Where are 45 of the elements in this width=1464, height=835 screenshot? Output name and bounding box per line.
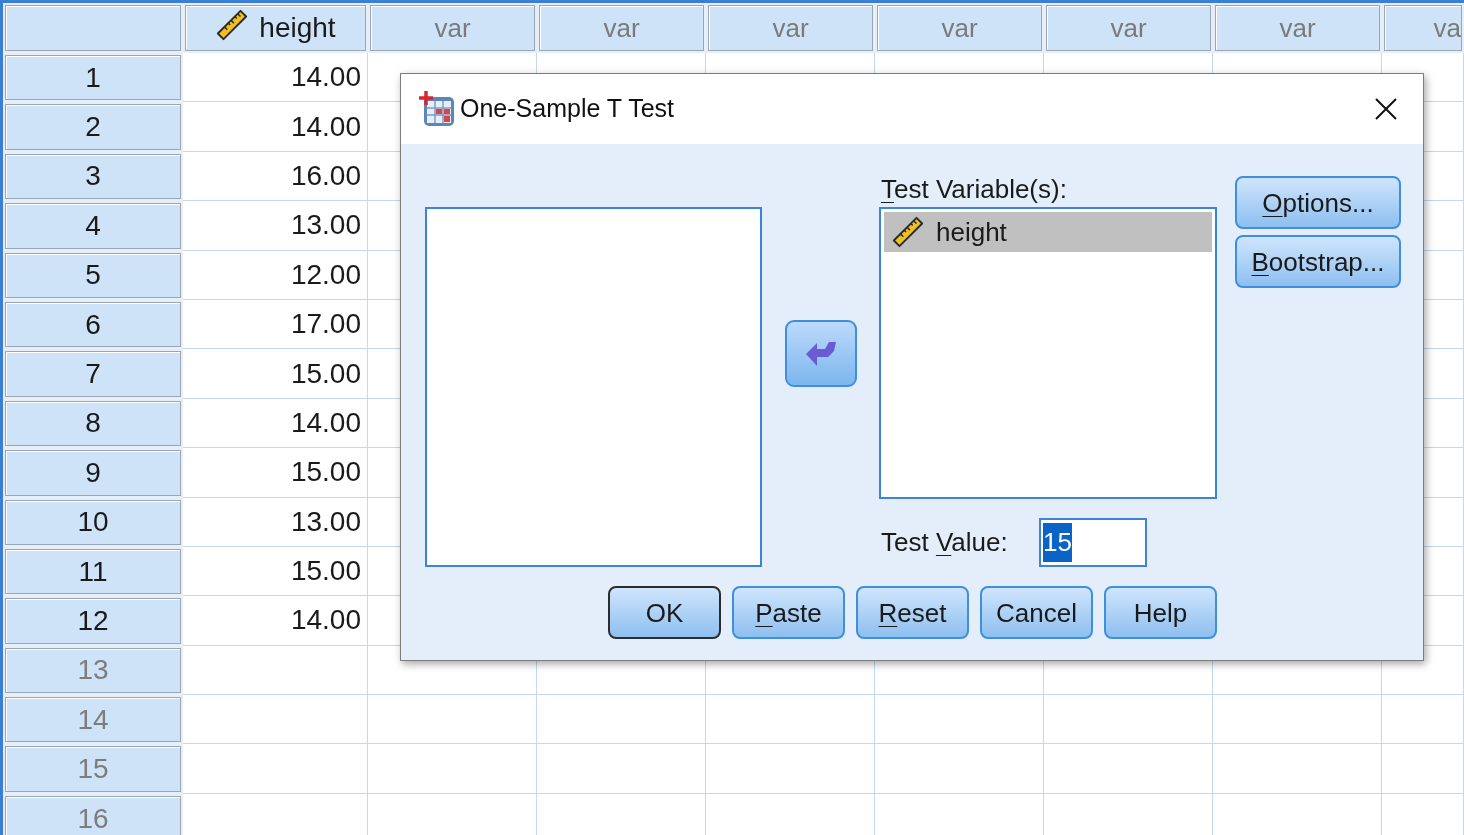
- row-header[interactable]: 6: [5, 301, 181, 348]
- ruler-icon: [891, 215, 925, 249]
- table-cell: 16.00: [183, 151, 368, 202]
- row-header[interactable]: 10: [5, 499, 181, 545]
- list-item[interactable]: height: [884, 212, 1212, 252]
- dialog-button[interactable]: Bootstrap...: [1235, 235, 1401, 288]
- test-variables-label: Test Variable(s):: [880, 176, 1067, 206]
- table-cell: 14.00: [183, 398, 368, 449]
- row-header[interactable]: 2: [5, 104, 181, 150]
- row-header[interactable]: 9: [5, 450, 181, 496]
- column-header[interactable]: height: [185, 5, 366, 51]
- dialog-button[interactable]: Help: [1104, 586, 1217, 639]
- dialog-button[interactable]: Paste: [732, 586, 845, 639]
- dialog-button[interactable]: Reset: [856, 586, 969, 639]
- test-value-field[interactable]: 15: [1039, 518, 1147, 567]
- table-cell: 12.00: [183, 250, 368, 300]
- row-header[interactable]: 8: [5, 400, 181, 447]
- test-variables-list[interactable]: height: [879, 207, 1217, 499]
- table-cell: 17.00: [183, 299, 368, 350]
- row-header[interactable]: 3: [5, 153, 181, 200]
- row-header[interactable]: 5: [5, 252, 181, 298]
- row-header[interactable]: 1: [5, 55, 181, 101]
- row-header[interactable]: 7: [5, 351, 181, 397]
- table-cell: 15.00: [183, 546, 368, 597]
- test-value-label: Test Value:: [881, 526, 1008, 559]
- dialog-button[interactable]: OK: [608, 586, 721, 639]
- table-cell: 13.00: [183, 497, 368, 547]
- table-cell: 15.00: [183, 448, 368, 498]
- table-cell: 14.00: [183, 596, 368, 646]
- table-cell: 15.00: [183, 349, 368, 399]
- ruler-icon: [215, 8, 250, 42]
- table-cell: 14.00: [183, 53, 368, 103]
- table-icon: [418, 90, 456, 128]
- window-title: One-Sample T Test: [460, 93, 674, 125]
- dialog-button[interactable]: Options...: [1235, 176, 1401, 229]
- table-cell: 13.00: [183, 201, 368, 251]
- dialog-button[interactable]: Cancel: [980, 586, 1093, 639]
- variable-list[interactable]: [425, 207, 762, 567]
- row-header[interactable]: 11: [5, 548, 181, 595]
- close-icon: [1375, 98, 1397, 120]
- row-header[interactable]: 4: [5, 203, 181, 249]
- row-header[interactable]: 12: [5, 598, 181, 644]
- table-cell: 14.00: [183, 102, 368, 152]
- move-button[interactable]: [785, 320, 857, 387]
- close-button[interactable]: [1375, 98, 1397, 120]
